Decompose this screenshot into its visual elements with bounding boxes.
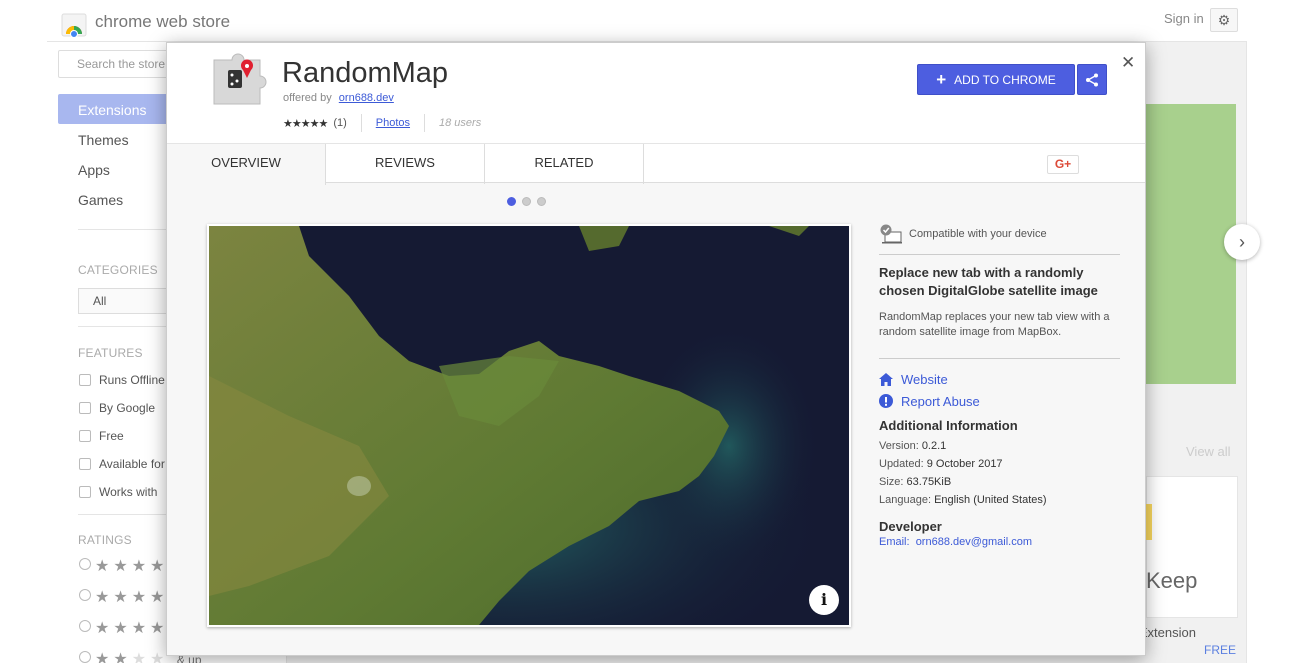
tab-overview[interactable]: OVERVIEW (167, 144, 326, 185)
home-icon (879, 372, 893, 386)
gear-icon[interactable]: ⚙ (1210, 8, 1238, 32)
meta-divider (424, 114, 426, 132)
chrome-logo-icon[interactable] (60, 10, 88, 38)
rating-count[interactable]: (1) (333, 117, 346, 129)
divider (879, 358, 1120, 359)
meta-divider (360, 114, 362, 132)
features-heading: FEATURES (78, 346, 143, 360)
share-icon[interactable] (1077, 64, 1107, 95)
chevron-right-icon[interactable]: › (1224, 224, 1260, 260)
device-check-icon (880, 224, 902, 244)
dialog-header: RandomMap offered by orn688.dev ★★★★★ (1… (167, 43, 1145, 143)
website-link[interactable]: Website (879, 368, 1120, 390)
ratings-heading: RATINGS (78, 533, 132, 547)
radio[interactable] (79, 620, 91, 632)
feature-filter[interactable]: Runs Offline (79, 373, 165, 387)
radio[interactable] (79, 651, 91, 663)
feature-filter[interactable]: Free (79, 429, 124, 443)
carousel-dot[interactable] (537, 197, 546, 206)
extension-description: RandomMap replaces your new tab view wit… (879, 311, 1110, 338)
version-row: Version: 0.2.1 (879, 440, 947, 452)
rating-filter-4[interactable]: ★★★★ (79, 587, 168, 607)
photos-link[interactable]: Photos (376, 117, 410, 129)
close-icon[interactable]: ✕ (1121, 53, 1135, 73)
radio[interactable] (79, 558, 91, 570)
rating-stars[interactable]: ★★★★★ (283, 117, 328, 130)
plus-icon: + (936, 70, 947, 89)
carousel-dot[interactable] (507, 197, 516, 206)
view-all-link[interactable]: View all (1186, 444, 1231, 459)
sign-in-link[interactable]: Sign in (1164, 11, 1204, 26)
carousel-dots (507, 197, 546, 206)
size-row: Size: 63.75KiB (879, 476, 952, 488)
updated-row: Updated: 9 October 2017 (879, 458, 1003, 470)
add-to-chrome-button[interactable]: + ADD TO CHROME (917, 64, 1075, 95)
extension-screenshot[interactable]: i (207, 224, 851, 627)
dialog-tabs: OVERVIEW REVIEWS RELATED G+ (167, 143, 1145, 185)
tab-related[interactable]: RELATED (485, 144, 644, 184)
checkbox[interactable] (79, 402, 91, 414)
developer-email-link[interactable]: orn688.dev@gmail.com (916, 536, 1032, 548)
checkbox[interactable] (79, 430, 91, 442)
background-card-title: Keep (1146, 568, 1198, 593)
language-row: Language: English (United States) (879, 494, 1047, 506)
background-card-price: FREE (1204, 643, 1237, 657)
developer-email-row[interactable]: Email: orn688.dev@gmail.com (879, 536, 1120, 548)
tab-reviews[interactable]: REVIEWS (326, 144, 485, 184)
extension-puzzle-icon (213, 53, 267, 105)
rating-filter-3[interactable]: ★★★★ (79, 618, 168, 638)
checkbox[interactable] (79, 486, 91, 498)
exclamation-icon (879, 394, 893, 408)
google-plus-button[interactable]: G+ (1047, 155, 1079, 174)
extension-meta: ★★★★★ (1) Photos 18 users (283, 114, 482, 132)
extension-summary: Replace new tab with a randomly chosen D… (879, 265, 1098, 298)
compatible-text: Compatible with your device (909, 228, 1047, 240)
feature-filter[interactable]: Works with (79, 485, 157, 499)
rating-filter-5[interactable]: ★★★★ (79, 556, 168, 576)
info-icon[interactable]: i (809, 585, 839, 615)
categories-heading: CATEGORIES (78, 263, 158, 277)
developer-link[interactable]: orn688.dev (339, 92, 394, 104)
offered-by: offered by orn688.dev (283, 92, 394, 104)
developer-title: Developer (879, 519, 942, 534)
store-title[interactable]: chrome web store (95, 12, 230, 32)
checkbox[interactable] (79, 374, 91, 386)
checkbox[interactable] (79, 458, 91, 470)
divider (879, 254, 1120, 255)
share-icon-glyph (1086, 73, 1098, 86)
report-abuse-link[interactable]: Report Abuse (879, 390, 1120, 412)
background-card[interactable] (1146, 476, 1238, 618)
extension-detail-dialog: RandomMap offered by orn688.dev ★★★★★ (1… (166, 42, 1146, 656)
extension-details: Compatible with your device Replace new … (879, 223, 1120, 548)
compatibility-row: Compatible with your device (879, 223, 1120, 245)
user-count: 18 users (439, 117, 482, 129)
satellite-image (209, 226, 849, 625)
carousel-dot[interactable] (522, 197, 531, 206)
background-featured-image (1146, 104, 1236, 384)
radio[interactable] (79, 589, 91, 601)
additional-info-title: Additional Information (879, 418, 1018, 433)
feature-filter[interactable]: By Google (79, 401, 155, 415)
extension-name: RandomMap (282, 57, 449, 89)
feature-filter[interactable]: Available for (79, 457, 165, 471)
